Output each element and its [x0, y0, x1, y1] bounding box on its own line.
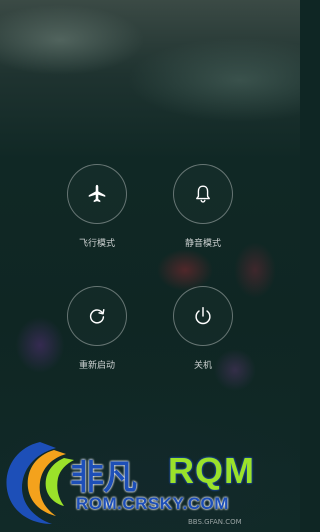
reboot-icon: [89, 309, 105, 324]
airplane-mode-label: 飞行模式: [78, 239, 115, 249]
airplane-mode-button[interactable]: 飞行模式: [67, 164, 127, 249]
reboot-button[interactable]: 重新启动: [67, 286, 127, 371]
watermark-brand-en: RQM: [168, 450, 255, 491]
silent-mode-label: 静音模式: [184, 239, 221, 249]
reboot-ring[interactable]: [67, 286, 127, 346]
watermark-forum: BBS.GFAN.COM: [188, 518, 242, 526]
watermark-url: ROM.CRSKY.COM: [76, 494, 229, 513]
silent-mode-button[interactable]: 静音模式: [173, 164, 233, 249]
power-off-ring[interactable]: [173, 286, 233, 346]
silent-mode-ring[interactable]: [173, 164, 233, 224]
watermark: 非凡 RQM ROM.CRSKY.COM BBS.GFAN.COM: [0, 432, 300, 532]
airplane-icon: [88, 184, 106, 203]
power-off-button[interactable]: 关机: [173, 286, 233, 371]
power-icon: [195, 307, 211, 325]
bell-icon: [196, 185, 210, 203]
watermark-brand-cn: 非凡: [70, 459, 137, 497]
reboot-label: 重新启动: [78, 361, 115, 371]
power-off-label: 关机: [193, 361, 212, 371]
airplane-mode-ring[interactable]: [67, 164, 127, 224]
